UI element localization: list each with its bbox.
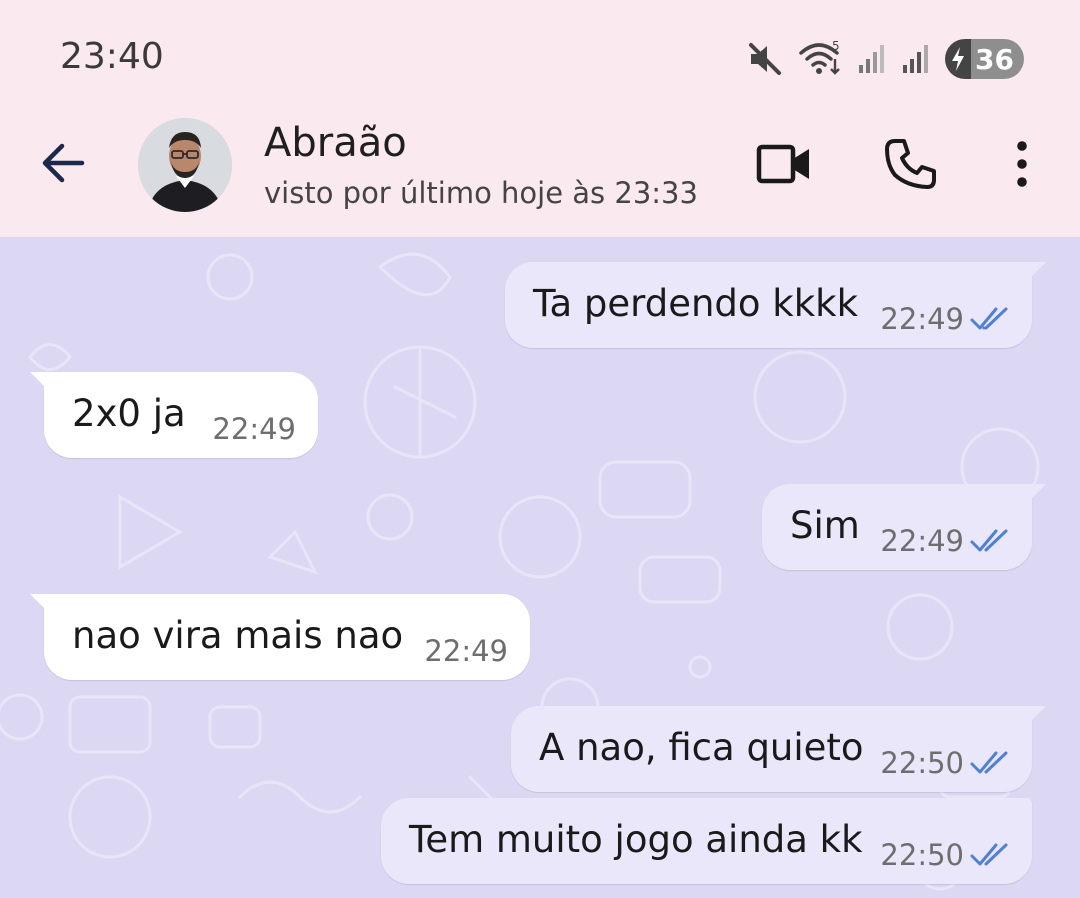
phone-icon xyxy=(885,139,936,189)
contact-name[interactable]: Abraão xyxy=(264,120,407,166)
message-meta: 22:49 xyxy=(424,634,508,668)
battery-indicator: 36 xyxy=(945,39,1024,79)
message-time: 22:49 xyxy=(424,634,508,668)
contact-avatar[interactable] xyxy=(138,118,232,212)
message-time: 22:49 xyxy=(880,524,964,558)
voice-call-button[interactable] xyxy=(880,136,940,192)
arrow-left-icon xyxy=(42,143,85,183)
message-time: 22:50 xyxy=(880,746,964,780)
message-text: Sim xyxy=(790,504,860,547)
video-call-button[interactable] xyxy=(754,136,814,192)
wifi-icon: 5 xyxy=(799,39,840,75)
video-call-icon xyxy=(756,144,809,184)
more-options-button[interactable] xyxy=(992,136,1052,192)
message-text: A nao, fica quieto xyxy=(539,726,864,769)
message-text: nao vira mais nao xyxy=(72,614,404,657)
double-check-icon xyxy=(970,529,1008,552)
network-label: 5 xyxy=(832,39,840,53)
message-time: 22:49 xyxy=(880,302,964,336)
mute-icon xyxy=(749,43,782,75)
message-bubble-incoming[interactable]: 2x0 ja 22:49 xyxy=(30,372,318,458)
message-bubble-outgoing[interactable]: Tem muito jogo ainda kk 22:50 xyxy=(381,798,1032,884)
double-check-icon xyxy=(970,751,1008,774)
message-bubble-outgoing[interactable]: Sim 22:49 xyxy=(762,484,1046,570)
message-meta: 22:49 xyxy=(880,524,1010,558)
status-time: 23:40 xyxy=(60,36,164,77)
message-text: Ta perdendo kkkk xyxy=(533,282,859,325)
charging-icon xyxy=(945,39,972,79)
signal-icon xyxy=(859,45,885,73)
message-text: 2x0 ja xyxy=(72,392,186,435)
message-meta: 22:49 xyxy=(880,302,1010,336)
message-bubble-outgoing[interactable]: Ta perdendo kkkk 22:49 xyxy=(505,262,1046,348)
message-time: 22:49 xyxy=(212,412,296,446)
top-bar: 23:40 5 36 Abraão visto por último hoje … xyxy=(0,0,1080,237)
signal-icon xyxy=(903,45,929,73)
contact-last-seen: visto por último hoje às 23:33 xyxy=(264,176,698,210)
message-time: 22:50 xyxy=(880,838,964,872)
message-meta: 22:50 xyxy=(880,746,1010,780)
message-meta: 22:49 xyxy=(212,412,296,446)
back-button[interactable] xyxy=(38,138,88,188)
message-text: Tem muito jogo ainda kk xyxy=(409,818,863,861)
message-bubble-outgoing[interactable]: A nao, fica quieto 22:50 xyxy=(511,706,1046,792)
battery-level: 36 xyxy=(971,39,1024,79)
message-bubble-incoming[interactable]: nao vira mais nao 22:49 xyxy=(30,594,530,680)
double-check-icon xyxy=(970,843,1008,866)
chat-area[interactable]: Ta perdendo kkkk 22:49 2x0 ja 22:49 Sim … xyxy=(0,237,1080,898)
status-icons: 5 36 xyxy=(745,38,1024,80)
message-meta: 22:50 xyxy=(880,838,1010,872)
double-check-icon xyxy=(970,307,1008,330)
more-vertical-icon xyxy=(1017,141,1027,187)
